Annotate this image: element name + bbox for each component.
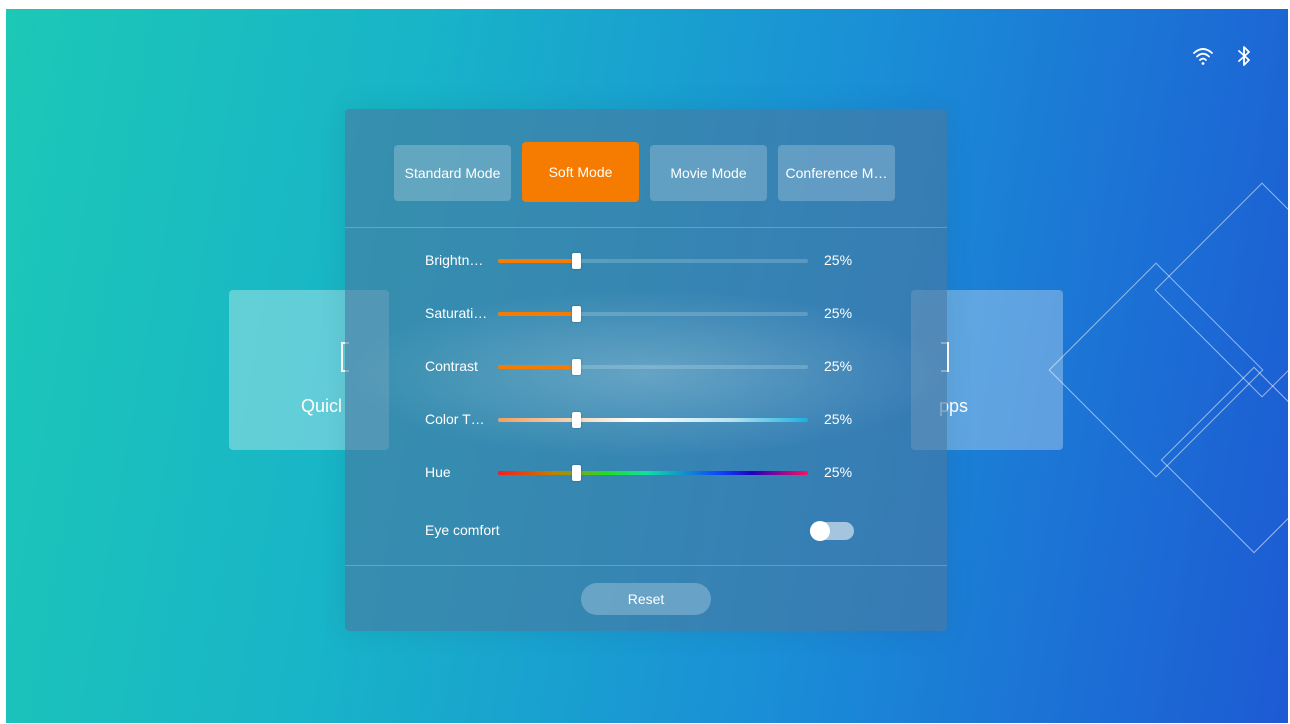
slider-label: Saturati… <box>425 305 488 321</box>
brightness-slider[interactable] <box>498 253 808 269</box>
tab-movie-mode[interactable]: Movie Mode <box>650 145 767 201</box>
slider-label: Brightn… <box>425 252 484 268</box>
slider-label: Hue <box>425 464 451 480</box>
slider-fill <box>498 365 576 369</box>
tab-soft-mode[interactable]: Soft Mode <box>522 142 639 202</box>
saturation-slider[interactable] <box>498 306 808 322</box>
eye-comfort-toggle[interactable] <box>810 521 854 541</box>
hue-slider[interactable] <box>498 465 808 481</box>
slider-value: 25% <box>824 252 853 268</box>
picture-mode-panel: Standard Mode Soft Mode Movie Mode Confe… <box>345 109 947 631</box>
slider-value: 25% <box>824 305 853 321</box>
slider-thumb[interactable] <box>571 306 581 322</box>
slider-label: Contrast <box>425 358 478 374</box>
tab-conference-mode[interactable]: Conference M… <box>778 145 895 201</box>
slider-row-hue: Hue 25% <box>425 461 865 485</box>
contrast-slider[interactable] <box>498 359 808 375</box>
slider-fill <box>498 312 576 316</box>
divider <box>345 565 947 566</box>
slider-thumb[interactable] <box>571 465 581 481</box>
slider-row-color-temperature: Color T… 25% <box>425 408 865 432</box>
launcher-screen: Quicl pps Standard Mode Soft Mode Movie … <box>6 9 1288 723</box>
tab-standard-mode[interactable]: Standard Mode <box>394 145 511 201</box>
divider <box>345 227 947 228</box>
bluetooth-icon <box>1236 45 1252 72</box>
mode-tabs: Standard Mode Soft Mode Movie Mode Confe… <box>394 142 895 202</box>
slider-thumb[interactable] <box>571 253 581 269</box>
wifi-icon <box>1192 46 1214 71</box>
reset-button[interactable]: Reset <box>581 583 711 615</box>
slider-thumb[interactable] <box>571 359 581 375</box>
slider-thumb[interactable] <box>571 412 581 428</box>
status-bar <box>1192 45 1252 72</box>
tile-label: Quicl <box>301 396 343 416</box>
slider-label: Color T… <box>425 411 485 427</box>
slider-value: 25% <box>824 411 853 427</box>
slider-row-saturation: Saturati… 25% <box>425 302 865 326</box>
toggle-knob <box>810 521 830 541</box>
eye-comfort-label: Eye comfort <box>425 522 500 538</box>
slider-value: 25% <box>824 358 853 374</box>
slider-value: 25% <box>824 464 853 480</box>
color-temperature-slider[interactable] <box>498 412 808 428</box>
eye-comfort-row: Eye comfort <box>425 519 865 543</box>
slider-row-contrast: Contrast 25% <box>425 355 865 379</box>
slider-row-brightness: Brightn… 25% <box>425 249 865 273</box>
slider-fill <box>498 259 576 263</box>
